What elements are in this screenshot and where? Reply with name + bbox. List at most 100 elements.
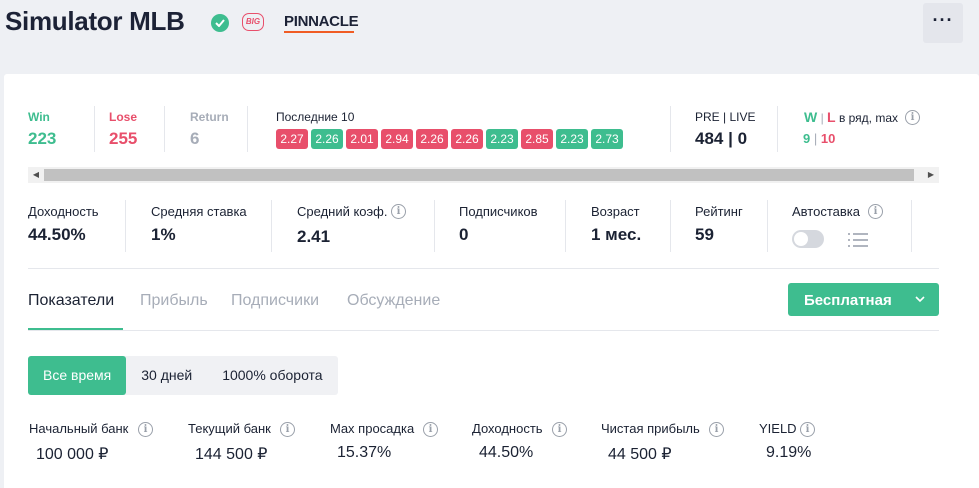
period-30-days[interactable]: 30 дней	[126, 356, 207, 395]
toggle-knob	[794, 232, 808, 246]
streak-separator: |	[820, 111, 824, 125]
tab-discussion[interactable]: Обсуждение	[347, 292, 440, 310]
net-profit-label: Чистая прибыль	[601, 421, 700, 436]
last10-result-chip[interactable]: 2.73	[591, 129, 623, 149]
avg-odds-label: Средний коэф.	[297, 204, 388, 219]
autobet-info-icon[interactable]: i	[868, 204, 883, 219]
tab-indicators[interactable]: Показатели	[28, 292, 114, 310]
divider	[247, 106, 248, 152]
streak-w-value: 9	[803, 131, 811, 146]
streak-values: 9 | 10	[803, 131, 835, 146]
divider	[94, 106, 95, 152]
age-label: Возраст	[591, 204, 640, 219]
divider	[670, 200, 671, 252]
last10-list: 2.27 2.26 2.01 2.94 2.26 2.26 2.23 2.85 2.23 2.73	[276, 129, 623, 149]
lose-value: 255	[109, 129, 138, 148]
tab-profit[interactable]: Прибыль	[140, 292, 208, 310]
period-1000-turnover[interactable]: 1000% оборота	[207, 356, 337, 395]
last10-result-chip[interactable]: 2.01	[346, 129, 378, 149]
page-title: Simulator MLB	[5, 6, 185, 36]
streak-w-letter: W	[804, 109, 818, 125]
current-bank-info-icon[interactable]: i	[280, 422, 295, 437]
period-selector: Все время 30 дней 1000% оборота	[28, 356, 338, 395]
bank-yield-label: Доходность	[472, 421, 543, 436]
last10-result-chip[interactable]: 2.23	[486, 129, 518, 149]
rating-label: Рейтинг	[695, 204, 743, 219]
last10-result-chip[interactable]: 2.85	[521, 129, 553, 149]
prelive-label: PRE | LIVE	[695, 110, 756, 124]
streak-label: W | L в ряд, max	[804, 109, 898, 125]
max-drawdown-value: 15.37%	[337, 444, 392, 461]
scroll-left-arrow-icon[interactable]: ◀	[28, 167, 44, 183]
last10-result-chip[interactable]: 2.94	[381, 129, 413, 149]
subscribe-button[interactable]: Бесплатная	[788, 283, 939, 316]
win-value: 223	[28, 129, 57, 148]
page-header: Simulator MLB BIG PINNACLE ···	[0, 0, 979, 50]
current-bank-value: 144 500 ₽	[195, 446, 268, 463]
divider	[670, 106, 671, 152]
rating-value: 59	[695, 225, 714, 244]
period-all-time[interactable]: Все время	[28, 356, 127, 395]
tab-subscribers[interactable]: Подписчики	[231, 292, 319, 310]
section-divider	[28, 268, 939, 269]
horizontal-scrollbar[interactable]: ◀ ▶	[28, 167, 939, 183]
bookmaker-logo-underline	[284, 31, 354, 33]
return-label: Return	[190, 110, 229, 124]
age-value: 1 мес.	[591, 225, 642, 244]
bookmaker-logo: PINNACLE	[284, 13, 359, 30]
last10-result-chip[interactable]: 2.26	[311, 129, 343, 149]
start-bank-label: Начальный банк	[29, 421, 129, 436]
streak-l-value: 10	[820, 131, 836, 146]
win-label: Win	[28, 110, 50, 124]
streak-info-icon[interactable]: i	[905, 110, 920, 125]
streak-values-separator: |	[813, 131, 818, 146]
last10-label: Последние 10	[276, 110, 355, 124]
yield-percent-label: YIELD	[759, 421, 797, 436]
max-drawdown-info-icon[interactable]: i	[423, 422, 438, 437]
divider	[164, 106, 165, 152]
max-drawdown-label: Max просадка	[330, 421, 415, 436]
yield-percent-info-icon[interactable]: i	[800, 422, 815, 437]
current-bank-label: Текущий банк	[188, 421, 271, 436]
streak-text: в ряд, max	[838, 111, 899, 125]
divider	[767, 200, 768, 252]
subscribe-button-label: Бесплатная	[804, 292, 892, 309]
prelive-value: 484 | 0	[695, 129, 748, 148]
streak-l-letter: L	[827, 109, 836, 125]
bank-yield-value: 44.50%	[479, 444, 534, 461]
net-profit-value: 44 500 ₽	[608, 446, 672, 463]
subscribers-value: 0	[459, 225, 469, 244]
avg-odds-value: 2.41	[297, 227, 331, 246]
autobet-label: Автоставка	[792, 204, 860, 219]
last10-result-chip[interactable]: 2.26	[451, 129, 483, 149]
start-bank-info-icon[interactable]: i	[138, 422, 153, 437]
last10-result-chip[interactable]: 2.26	[416, 129, 448, 149]
divider	[911, 200, 912, 252]
last10-result-chip[interactable]: 2.23	[556, 129, 588, 149]
scrollbar-thumb[interactable]	[44, 169, 914, 181]
autobet-toggle[interactable]	[792, 230, 824, 248]
verified-check-icon	[211, 14, 229, 32]
return-value: 6	[190, 129, 200, 148]
subscribers-label: Подписчиков	[459, 204, 538, 219]
divider	[434, 200, 435, 252]
big-badge: BIG	[242, 13, 264, 31]
chevron-down-icon	[915, 296, 925, 303]
more-options-button[interactable]: ···	[923, 3, 963, 43]
tabs-divider	[28, 330, 939, 331]
yield-label: Доходность	[28, 204, 99, 219]
avg-stake-value: 1%	[151, 225, 176, 244]
scroll-right-arrow-icon[interactable]: ▶	[923, 167, 939, 183]
avg-odds-info-icon[interactable]: i	[391, 204, 406, 219]
divider	[125, 200, 126, 252]
lose-label: Lose	[109, 110, 138, 124]
yield-percent-value: 9.19%	[766, 444, 812, 461]
yield-value: 44.50%	[28, 225, 86, 244]
last10-result-chip[interactable]: 2.27	[276, 129, 308, 149]
bank-yield-info-icon[interactable]: i	[552, 422, 567, 437]
avg-stake-label: Средняя ставка	[151, 204, 247, 219]
divider	[271, 200, 272, 252]
net-profit-info-icon[interactable]: i	[709, 422, 724, 437]
divider	[565, 200, 566, 252]
list-settings-icon[interactable]	[846, 231, 870, 249]
